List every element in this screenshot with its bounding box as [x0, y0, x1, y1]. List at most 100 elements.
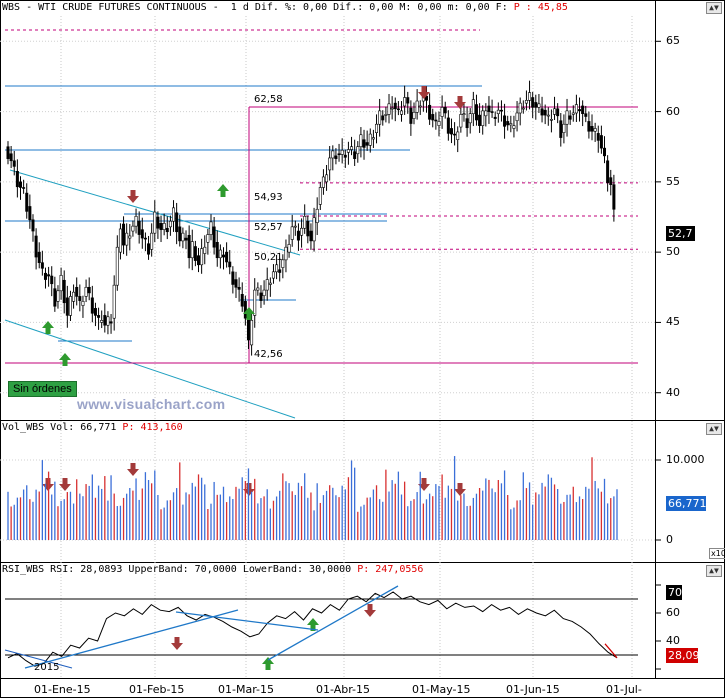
candle-body: [406, 97, 410, 104]
candle-body: [278, 269, 282, 273]
candle-body: [387, 103, 391, 115]
candle-body: [474, 104, 478, 121]
candle-body: [100, 320, 104, 323]
price-last-value: 52,7: [666, 226, 695, 241]
scroll-arrows-icon[interactable]: ▲▼: [706, 565, 722, 577]
candle-body: [181, 232, 185, 242]
candle-body: [159, 223, 163, 230]
volume-title-text: Vol_WBS Vol: 66,771: [2, 422, 123, 433]
candle-body: [362, 139, 366, 148]
level-label: 62,58: [254, 94, 283, 105]
candle-body: [303, 215, 307, 229]
candle-body: [253, 289, 257, 316]
candle-body: [546, 114, 550, 117]
candle-body: [268, 282, 272, 285]
candle-body: [184, 237, 188, 241]
candle-body: [353, 151, 357, 159]
candle-body: [106, 316, 110, 326]
candle-body: [246, 317, 250, 341]
candle-body: [28, 206, 32, 221]
price-pane-title: WBS - WTI CRUDE FUTURES CONTINUOUS - 1 d…: [2, 2, 568, 13]
candle-body: [443, 107, 447, 114]
candle-body: [115, 246, 119, 286]
candle-body: [440, 107, 444, 117]
x-tick-label: 01-Jul-: [606, 683, 642, 696]
candle-body: [593, 128, 597, 132]
candle-body: [59, 275, 63, 292]
candle-body: [484, 110, 488, 117]
candle-body: [103, 315, 107, 326]
candle-body: [537, 103, 541, 108]
candle-body: [9, 153, 13, 162]
candle-body: [296, 230, 300, 241]
y-tick-label: 60: [666, 606, 680, 619]
candle-body: [187, 234, 191, 259]
candle-body: [328, 157, 332, 171]
year-label: 2015: [34, 662, 60, 673]
candle-body: [262, 289, 266, 297]
candle-body: [543, 109, 547, 116]
candle-body: [556, 108, 560, 117]
candle-body: [118, 228, 122, 253]
candle-body: [334, 155, 338, 159]
candle-body: [499, 109, 503, 112]
candle-body: [259, 292, 263, 301]
volume-title-red: P: 413,160: [122, 422, 183, 433]
candle-body: [215, 242, 219, 259]
candle-body: [75, 286, 79, 297]
candle-body: [193, 246, 197, 261]
candle-body: [309, 230, 313, 242]
candle-body: [512, 125, 516, 129]
candle-body: [496, 109, 500, 114]
candle-body: [18, 181, 22, 188]
candle-body: [62, 279, 66, 304]
candle-body: [415, 100, 419, 113]
candle-body: [22, 187, 26, 189]
candle-body: [237, 286, 241, 290]
candle-body: [250, 320, 254, 346]
candle-body: [506, 121, 510, 126]
candle-body: [65, 297, 69, 316]
candle-body: [465, 118, 469, 129]
candle-body: [403, 97, 407, 107]
candle-body: [581, 105, 585, 114]
candle-body: [356, 146, 360, 155]
candle-body: [156, 216, 160, 229]
candle-body: [524, 100, 528, 104]
candle-body: [468, 113, 472, 124]
candle-body: [609, 177, 613, 185]
candle-body: [612, 184, 616, 210]
candle-body: [275, 264, 279, 273]
candle-body: [587, 121, 591, 132]
candle-body: [359, 134, 363, 148]
candle-body: [153, 211, 157, 234]
candle-body: [331, 150, 335, 159]
candle-body: [343, 154, 347, 158]
chart-frame: [0, 0, 725, 698]
x-tick-label: 01-Mar-15: [218, 683, 274, 696]
candle-body: [175, 212, 179, 233]
candle-body: [565, 110, 569, 125]
candle-body: [315, 208, 319, 223]
candle-body: [6, 146, 10, 159]
scroll-arrows-icon[interactable]: ▲▼: [706, 423, 722, 435]
candle-body: [599, 135, 603, 149]
volume-scale-note: x10: [709, 548, 725, 559]
scroll-arrows-icon[interactable]: ▲▼: [706, 2, 722, 14]
candle-body: [578, 109, 582, 112]
candle-body: [428, 104, 432, 120]
level-label: 42,56: [254, 349, 283, 360]
candle-body: [162, 223, 166, 230]
candle-body: [37, 251, 41, 263]
candle-body: [378, 110, 382, 125]
candle-body: [209, 221, 213, 235]
sin-ordenes-button[interactable]: Sin órdenes: [8, 381, 77, 397]
candle-body: [562, 123, 566, 133]
y-tick-label: 55: [666, 174, 680, 188]
candle-body: [84, 286, 88, 297]
chart-canvas[interactable]: [0, 0, 725, 698]
candle-body: [234, 279, 238, 288]
y-tick-label: 40: [666, 634, 680, 647]
candle-body: [15, 171, 19, 188]
y-tick-label: 50: [666, 245, 680, 259]
